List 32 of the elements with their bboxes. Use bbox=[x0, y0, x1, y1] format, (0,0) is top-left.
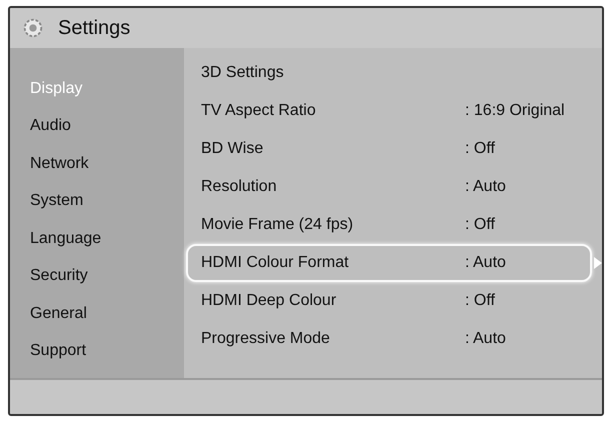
setting-row[interactable]: HDMI Deep Colour : Off bbox=[186, 282, 592, 320]
setting-label: HDMI Deep Colour bbox=[201, 292, 338, 310]
setting-value: : 16:9 Original bbox=[465, 102, 565, 120]
sidebar-item[interactable]: Language bbox=[10, 220, 184, 258]
setting-row[interactable]: 3D Settings bbox=[186, 54, 592, 92]
setting-label: TV Aspect Ratio bbox=[201, 102, 317, 120]
right-arrow-icon bbox=[594, 257, 602, 269]
sidebar-item[interactable]: General bbox=[10, 295, 184, 332]
setting-value: : Off bbox=[465, 140, 495, 158]
setting-value: : Off bbox=[465, 292, 495, 310]
sidebar-item[interactable]: Audio bbox=[10, 108, 184, 145]
sidebar-item[interactable]: Security bbox=[10, 258, 184, 295]
menu-title: Settings bbox=[58, 16, 130, 40]
sidebar-item[interactable]: Network bbox=[10, 145, 184, 182]
setting-label: HDMI Colour Format bbox=[201, 254, 350, 272]
setting-value: : Auto bbox=[465, 330, 506, 348]
setting-row[interactable]: BD Wise : Off bbox=[186, 130, 592, 168]
setting-value: : Auto bbox=[465, 178, 506, 196]
setting-row[interactable]: TV Aspect Ratio : 16:9 Original bbox=[186, 92, 592, 130]
setting-label: Resolution bbox=[201, 178, 278, 196]
setting-label: BD Wise bbox=[201, 140, 264, 158]
setting-label: Progressive Mode bbox=[201, 330, 331, 348]
setting-row[interactable]: Movie Frame (24 fps) : Off bbox=[186, 206, 592, 244]
setting-value: : Off bbox=[465, 216, 495, 234]
gear-icon bbox=[22, 17, 44, 39]
setting-label: 3D Settings bbox=[201, 64, 285, 82]
setting-value: : Auto bbox=[465, 254, 506, 272]
setting-label: Movie Frame (24 fps) bbox=[201, 216, 354, 234]
sidebar-item[interactable]: System bbox=[10, 182, 184, 220]
setting-row[interactable]: Resolution : Auto bbox=[186, 168, 592, 206]
setting-row[interactable]: Progressive Mode : Auto bbox=[186, 320, 592, 358]
sidebar-item[interactable]: Support bbox=[10, 332, 184, 370]
